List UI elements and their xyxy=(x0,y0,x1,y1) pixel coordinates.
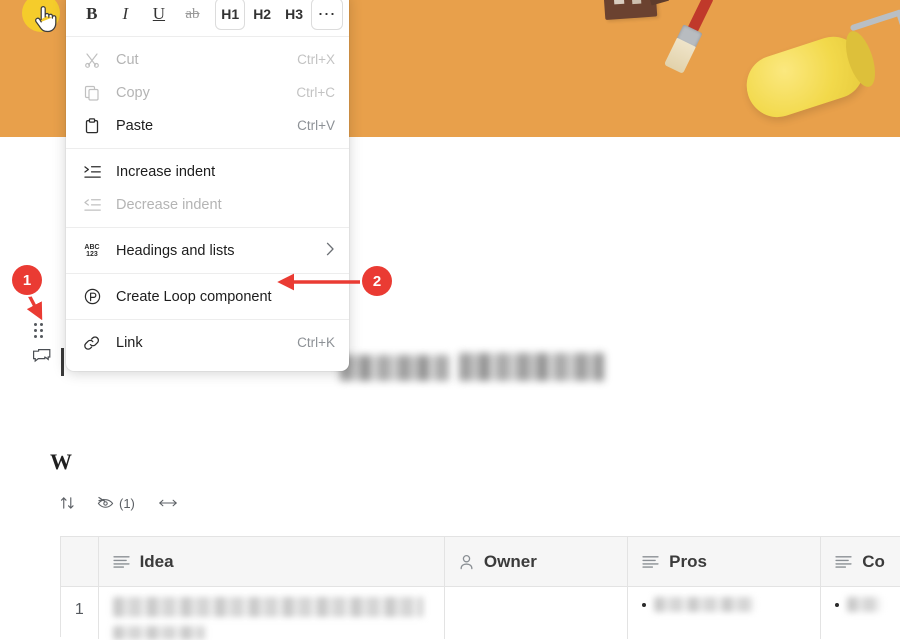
strikethrough-button[interactable]: ab xyxy=(177,0,209,30)
comment-bubble-icon[interactable] xyxy=(32,348,52,368)
hidden-columns-count: (1) xyxy=(119,495,135,511)
hidden-eye-icon xyxy=(97,496,114,508)
menu-item-paste-label: Paste xyxy=(116,117,154,134)
loop-icon xyxy=(82,287,102,307)
table-header-pros-label: Pros xyxy=(669,551,707,571)
scissors-icon xyxy=(82,50,102,70)
table-toolbar: (1) xyxy=(60,495,179,511)
table-cell-idea[interactable] xyxy=(99,587,445,640)
clipboard-icon xyxy=(82,116,102,136)
menu-item-copy-label: Copy xyxy=(116,84,150,101)
table-header-cons[interactable]: Co xyxy=(821,537,900,586)
copy-icon xyxy=(82,83,102,103)
text-caret xyxy=(61,348,64,376)
menu-item-link[interactable]: Link Ctrl+K xyxy=(66,326,349,359)
bullet-point xyxy=(642,603,647,607)
table-cell-owner[interactable] xyxy=(445,587,629,639)
heading-1-button[interactable]: H1 xyxy=(215,0,246,30)
table-header-idea-label: Idea xyxy=(139,551,174,571)
table-header-pros[interactable]: Pros xyxy=(628,537,822,586)
menu-item-headings-and-lists[interactable]: ABC 123 Headings and lists xyxy=(66,234,349,267)
menu-item-link-label: Link xyxy=(116,334,143,351)
more-options-button[interactable]: ⋯ xyxy=(311,0,343,30)
drag-handle-dots[interactable] xyxy=(34,323,47,339)
menu-item-decrease-indent-label: Decrease indent xyxy=(116,196,222,213)
redacted-cell-text xyxy=(112,626,205,640)
menu-group-headings: ABC 123 Headings and lists xyxy=(66,227,349,273)
sort-icon xyxy=(60,497,74,509)
table-cell-pros[interactable] xyxy=(628,587,822,639)
redacted-text-line xyxy=(340,355,450,381)
hidden-columns-button[interactable]: (1) xyxy=(97,495,135,511)
horizontal-resize-icon xyxy=(159,499,177,507)
redacted-cell-text xyxy=(654,597,755,612)
menu-item-cut[interactable]: Cut Ctrl+X xyxy=(66,43,349,76)
table-row-number: 1 xyxy=(61,587,99,639)
person-icon xyxy=(460,554,473,569)
formatting-toolbar: B I U ab H1 H2 H3 ⋯ xyxy=(66,0,349,37)
table-header-owner-label: Owner xyxy=(483,551,537,571)
menu-group-indent: Increase indent Decrease indent xyxy=(66,148,349,227)
menu-item-cut-label: Cut xyxy=(116,51,139,68)
resize-columns-button[interactable] xyxy=(157,496,179,510)
table-header-row: Idea Owner Pros Co xyxy=(61,537,900,587)
menu-item-decrease-indent[interactable]: Decrease indent xyxy=(66,188,349,221)
abc123-icon: ABC 123 xyxy=(84,243,100,258)
menu-item-create-loop-component[interactable]: Create Loop component xyxy=(66,280,349,313)
table-cell-cons[interactable] xyxy=(821,587,900,639)
heading-3-button[interactable]: H3 xyxy=(279,0,309,30)
menu-item-headings-and-lists-label: Headings and lists xyxy=(116,242,235,259)
table-header-cons-label: Co xyxy=(862,551,885,571)
menu-item-paste-shortcut: Ctrl+V xyxy=(297,118,335,133)
table-header-idea[interactable]: Idea xyxy=(99,537,445,586)
sort-button[interactable] xyxy=(60,495,75,511)
menu-group-link: Link Ctrl+K xyxy=(66,319,349,365)
hand-pointer-cursor xyxy=(35,5,57,33)
italic-button[interactable]: I xyxy=(110,0,142,30)
underline-button[interactable]: U xyxy=(143,0,175,30)
text-lines-icon xyxy=(835,556,852,568)
chevron-right-icon xyxy=(326,242,335,259)
menu-item-paste[interactable]: Paste Ctrl+V xyxy=(66,109,349,142)
ideas-table: Idea Owner Pros Co 1 xyxy=(60,536,900,640)
table-row: 1 xyxy=(61,587,900,640)
increase-indent-icon xyxy=(82,162,102,182)
table-header-rownum xyxy=(61,537,99,586)
table-header-owner[interactable]: Owner xyxy=(445,537,629,586)
annotation-badge-2: 2 xyxy=(362,266,392,296)
bold-button[interactable]: B xyxy=(76,0,108,30)
menu-item-cut-shortcut: Ctrl+X xyxy=(297,52,335,67)
text-lines-icon xyxy=(112,556,130,568)
annotation-badge-1: 1 xyxy=(12,265,42,295)
menu-item-create-loop-component-label: Create Loop component xyxy=(116,288,272,305)
menu-item-link-shortcut: Ctrl+K xyxy=(297,335,335,350)
menu-group-loop: Create Loop component xyxy=(66,273,349,319)
heading-2-button[interactable]: H2 xyxy=(247,0,277,30)
menu-item-increase-indent[interactable]: Increase indent xyxy=(66,155,349,188)
text-lines-icon xyxy=(642,556,659,568)
decrease-indent-icon xyxy=(82,195,102,215)
partial-heading-text: W xyxy=(50,449,72,474)
menu-item-copy[interactable]: Copy Ctrl+C xyxy=(66,76,349,109)
bullet-point xyxy=(835,603,840,607)
menu-item-copy-shortcut: Ctrl+C xyxy=(296,85,335,100)
paint-roller-icon xyxy=(736,4,900,137)
house-illustration-icon xyxy=(594,0,674,35)
redacted-cell-text xyxy=(847,597,882,612)
redacted-cell-text xyxy=(112,597,423,617)
redacted-text-line xyxy=(459,353,604,381)
menu-item-increase-indent-label: Increase indent xyxy=(116,163,216,180)
link-icon xyxy=(82,333,102,353)
context-menu: B I U ab H1 H2 H3 ⋯ Cut Ctrl+X Copy Ctrl… xyxy=(66,0,349,371)
menu-group-clipboard: Cut Ctrl+X Copy Ctrl+C Paste Ctrl+V xyxy=(66,37,349,148)
